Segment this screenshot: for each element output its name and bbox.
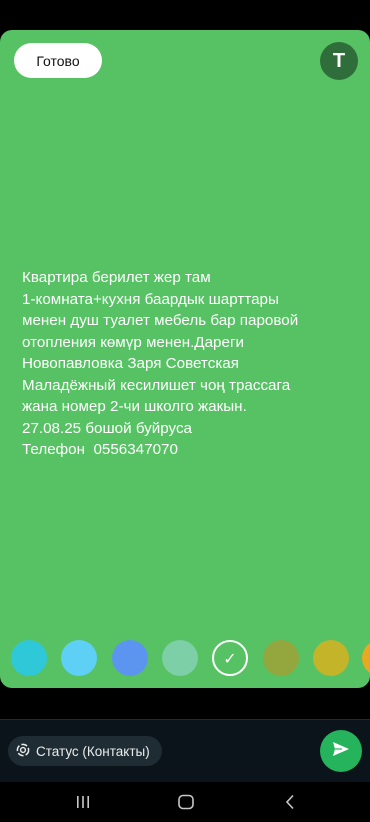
status-audience-chip[interactable]: Статус (Контакты) — [8, 736, 162, 766]
back-icon[interactable] — [278, 790, 302, 814]
status-text-editor[interactable]: Готово T Квартира берилет жер там 1-комн… — [0, 30, 370, 688]
text-style-button[interactable]: T — [320, 42, 358, 80]
send-button[interactable] — [320, 730, 362, 772]
screen: Готово T Квартира берилет жер там 1-комн… — [0, 0, 370, 822]
composer-bar: Статус (Контакты) — [0, 720, 370, 782]
color-swatch[interactable] — [313, 640, 349, 676]
status-ring-icon — [16, 743, 30, 760]
color-swatch[interactable] — [362, 640, 370, 676]
recent-apps-icon[interactable] — [71, 790, 95, 814]
color-swatch[interactable] — [263, 640, 299, 676]
status-audience-label: Статус (Контакты) — [36, 743, 150, 759]
color-swatch[interactable] — [11, 640, 47, 676]
status-text-body[interactable]: Квартира берилет жер там 1-комната+кухня… — [22, 267, 342, 461]
system-status-bar — [0, 0, 370, 30]
color-swatch[interactable] — [61, 640, 97, 676]
color-swatch[interactable] — [112, 640, 148, 676]
system-navigation-bar — [0, 782, 370, 822]
color-swatch-selected[interactable]: ✓ — [212, 640, 248, 676]
color-swatch[interactable] — [162, 640, 198, 676]
send-arrow-icon — [331, 739, 351, 764]
home-icon[interactable] — [174, 790, 198, 814]
done-button[interactable]: Готово — [14, 43, 102, 78]
checkmark-icon: ✓ — [223, 648, 237, 668]
